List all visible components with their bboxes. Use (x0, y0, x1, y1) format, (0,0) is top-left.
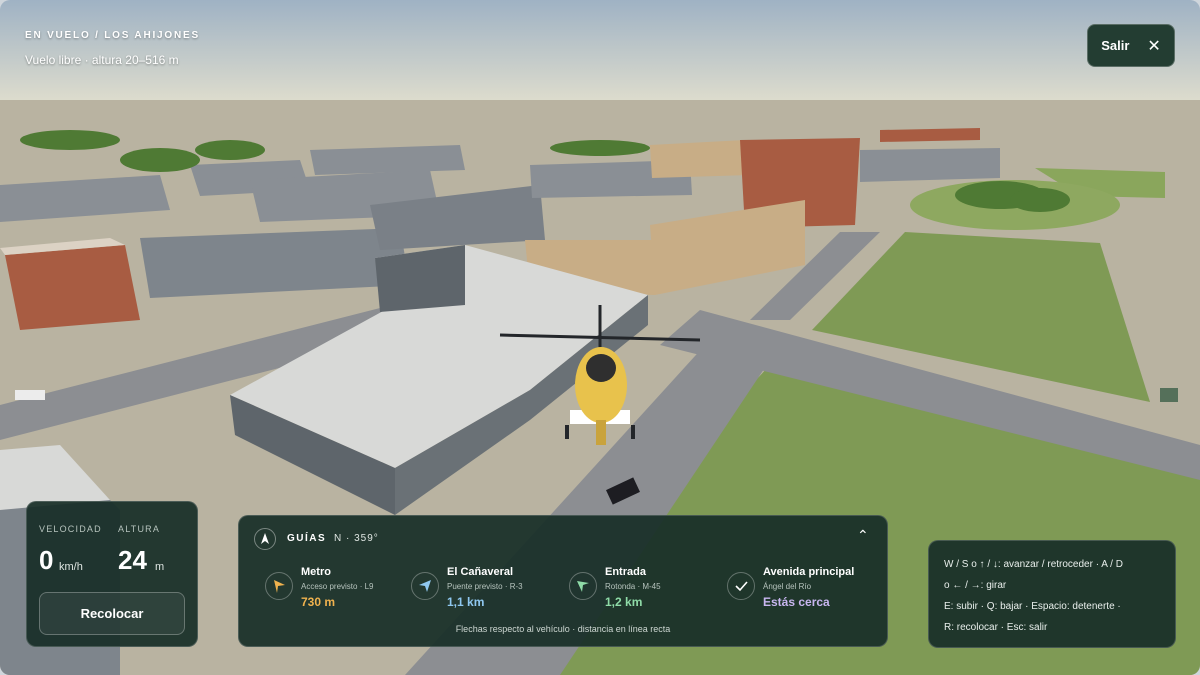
guide-desc: Rotonda · M-45 (605, 582, 661, 591)
guide-name: Avenida principal (763, 566, 855, 578)
speed-unit: km/h (59, 561, 83, 573)
guide-name: Metro (301, 566, 331, 578)
altitude-unit: m (155, 561, 165, 573)
heading-readout: N · 359° (334, 533, 379, 544)
telemetry-panel: VELOCIDAD ALTURA 0 km/h 24 m Recolocar (26, 501, 198, 647)
guide-distance: 730 m (301, 595, 336, 609)
help-line: R: recolocar · Esc: salir (944, 622, 1048, 633)
guides-footnote: Flechas respecto al vehículo · distancia… (455, 624, 671, 634)
guides-title: GUÍAS (287, 533, 327, 544)
flight-mode-label: EN VUELO / LOS AHIJONES (25, 30, 200, 41)
altitude-value: 24 (118, 545, 147, 575)
speed-value: 0 (39, 545, 54, 575)
speed-label: VELOCIDAD (39, 524, 102, 534)
chevron-up-icon[interactable]: ⌃ (857, 527, 869, 544)
keyboard-help-panel: W / S o ↑ / ↓: avanzar / retroceder · A … (928, 540, 1176, 648)
arrow-icon (265, 572, 293, 600)
guide-name: El Cañaveral (447, 566, 514, 578)
guide-desc: Puente previsto · R-3 (447, 582, 523, 591)
guide-distance: 1,1 km (447, 595, 485, 609)
compass-icon (254, 528, 276, 550)
arrow-icon (411, 572, 439, 600)
guides-panel: GUÍAS N · 359° ⌃ Metro Acceso previsto ·… (238, 515, 888, 647)
guide-item-el-canaveral[interactable]: El Cañaveral Puente previsto · R-3 1,1 k… (397, 566, 557, 614)
exit-button[interactable]: Salir ✕ (1087, 24, 1175, 67)
guide-desc: Ángel del Río (763, 582, 812, 591)
check-icon (727, 572, 755, 600)
altitude-label: ALTURA (118, 524, 161, 534)
exit-button-label: Salir (1101, 38, 1130, 53)
arrow-icon (569, 572, 597, 600)
guide-desc: Acceso previsto · L9 (301, 582, 374, 591)
guide-name: Entrada (605, 566, 646, 578)
help-line: o ← / →: girar (944, 580, 1007, 591)
guide-item-entrada[interactable]: Entrada Rotonda · M-45 1,2 km (555, 566, 715, 614)
close-icon: ✕ (1147, 37, 1161, 55)
flight-header: EN VUELO / LOS AHIJONES Vuelo libre · al… (25, 30, 200, 67)
flight-app: EN VUELO / LOS AHIJONES Vuelo libre · al… (0, 0, 1200, 675)
guide-distance: 1,2 km (605, 595, 643, 609)
guide-item-avenida-principal[interactable]: Avenida principal Ángel del Río Estás ce… (713, 566, 873, 614)
flight-subtitle: Vuelo libre · altura 20–516 m (25, 53, 179, 67)
guide-distance: Estás cerca (763, 595, 830, 609)
guide-item-metro[interactable]: Metro Acceso previsto · L9 730 m (251, 566, 411, 614)
help-line: W / S o ↑ / ↓: avanzar / retroceder · A … (944, 559, 1123, 570)
relocate-button[interactable]: Recolocar (39, 592, 185, 635)
help-line: E: subir · Q: bajar · Espacio: detenerte… (944, 601, 1121, 612)
